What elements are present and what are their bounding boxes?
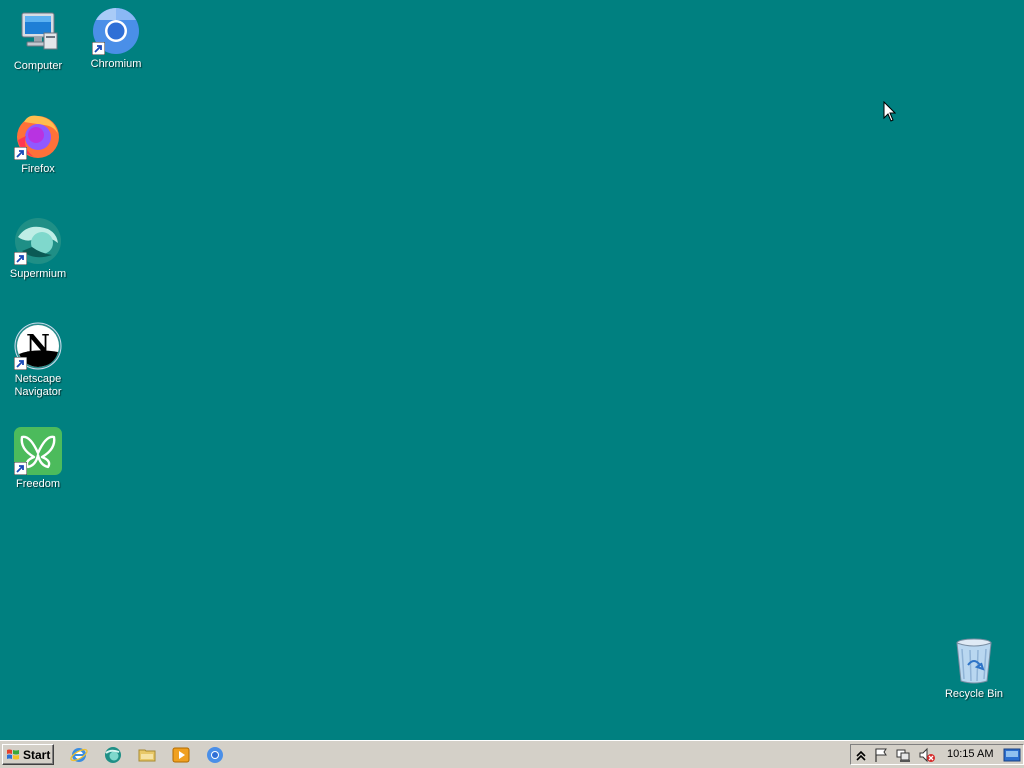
chromium-icon [92,7,140,55]
start-label: Start [23,747,51,762]
recycle-bin-icon [950,637,998,685]
internet-explorer-icon[interactable] [70,746,88,764]
desktop-icon-label: Firefox [21,163,55,175]
shortcut-arrow-icon [14,357,27,370]
desktop-icon-label: Freedom [15,478,61,490]
network-icon[interactable] [895,747,911,763]
desktop-icon-supermium[interactable]: Supermium [1,217,75,281]
media-player-icon[interactable] [172,746,190,764]
desktop-icon-recycle-bin[interactable]: Recycle Bin [937,637,1011,701]
freedom-icon [14,427,62,475]
start-button[interactable]: Start [2,744,54,765]
computer-icon [14,9,62,57]
desktop-icon-label: Recycle Bin [944,688,1004,700]
folder-icon[interactable] [138,746,156,764]
system-tray: 10:15 AM [850,744,1024,765]
firefox-icon [14,112,62,160]
desktop-icon-chromium[interactable]: Chromium [79,7,153,71]
desktop-icon-label: Supermium [9,268,67,280]
shortcut-arrow-icon [14,252,27,265]
mouse-cursor-icon [883,101,896,122]
action-center-flag-icon[interactable] [873,747,889,763]
show-desktop-icon[interactable] [1003,747,1021,763]
shortcut-arrow-icon [14,462,27,475]
desktop[interactable]: Computer Chromium Firefox Supermium N Ne… [0,0,1024,740]
shortcut-arrow-icon [14,147,27,160]
desktop-icon-computer[interactable]: Computer [1,9,75,73]
desktop-icon-label: Chromium [90,58,142,70]
windows-logo-icon [7,749,19,759]
volume-muted-icon[interactable] [919,747,935,763]
supermium-icon[interactable] [104,746,122,764]
desktop-icon-freedom[interactable]: Freedom [1,427,75,491]
taskbar: Start 10:15 AM [0,740,1024,768]
supermium-icon [14,217,62,265]
desktop-icon-label: Netscape Navigator [14,373,62,398]
show-hidden-icons-chevron[interactable] [853,747,869,763]
clock[interactable]: 10:15 AM [947,748,993,760]
desktop-icon-label: Computer [13,60,63,72]
desktop-icon-netscape-navigator[interactable]: N Netscape Navigator [1,322,75,399]
svg-text:N: N [26,330,50,360]
netscape-navigator-icon: N [14,322,62,370]
chromium-icon[interactable] [206,746,224,764]
shortcut-arrow-icon [92,42,105,55]
desktop-icon-firefox[interactable]: Firefox [1,112,75,176]
